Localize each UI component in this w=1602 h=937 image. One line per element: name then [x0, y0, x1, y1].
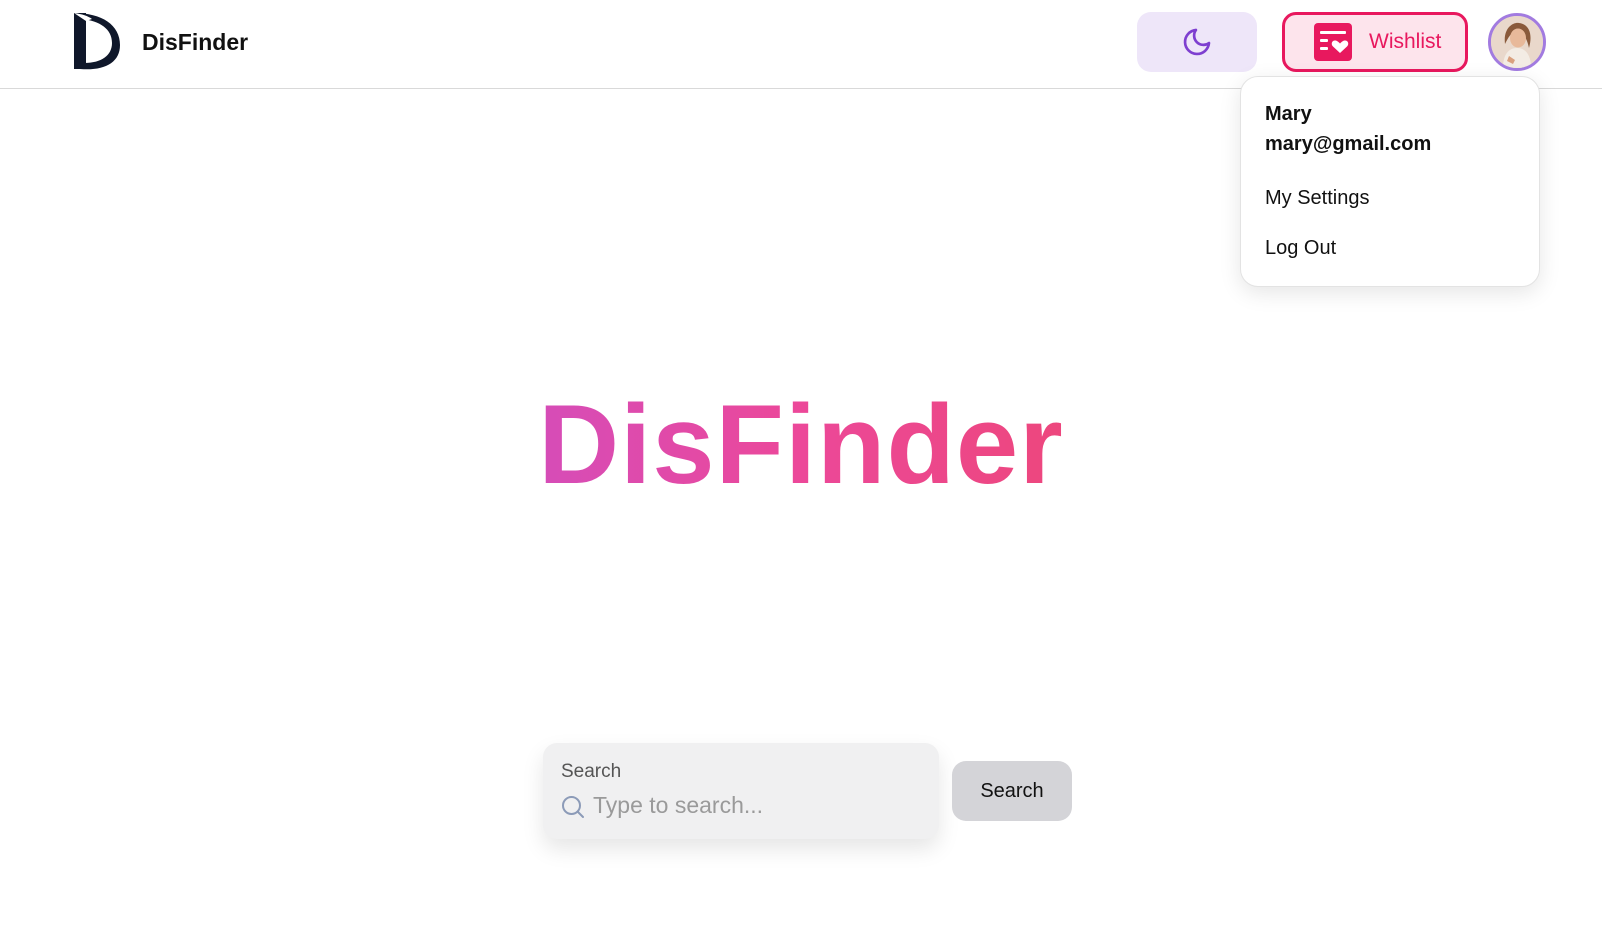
theme-toggle-button[interactable] — [1137, 12, 1257, 72]
search-button[interactable]: Search — [952, 761, 1072, 821]
user-name: Mary — [1265, 103, 1312, 125]
wishlist-button[interactable]: Wishlist — [1282, 12, 1468, 72]
user-dropdown-menu: Mary mary@gmail.com My Settings Log Out — [1240, 76, 1540, 287]
search-input[interactable] — [593, 787, 923, 823]
search-box: Search — [543, 743, 939, 839]
search-label: Search — [561, 761, 622, 782]
brand-name: DisFinder — [142, 28, 249, 55]
hero-title: DisFinder — [0, 385, 1602, 505]
search-icon — [562, 796, 584, 818]
wishlist-label: Wishlist — [1369, 30, 1442, 53]
disfinder-logo-icon — [74, 13, 120, 70]
moon-icon — [1183, 28, 1211, 56]
user-avatar[interactable] — [1488, 13, 1546, 71]
avatar-photo — [1491, 16, 1543, 68]
brand-link[interactable]: DisFinder — [72, 11, 248, 73]
user-email: mary@gmail.com — [1265, 133, 1432, 155]
menu-item-my-settings[interactable]: My Settings — [1265, 187, 1369, 210]
menu-item-log-out[interactable]: Log Out — [1265, 237, 1336, 260]
wishlist-heart-icon — [1314, 23, 1352, 61]
